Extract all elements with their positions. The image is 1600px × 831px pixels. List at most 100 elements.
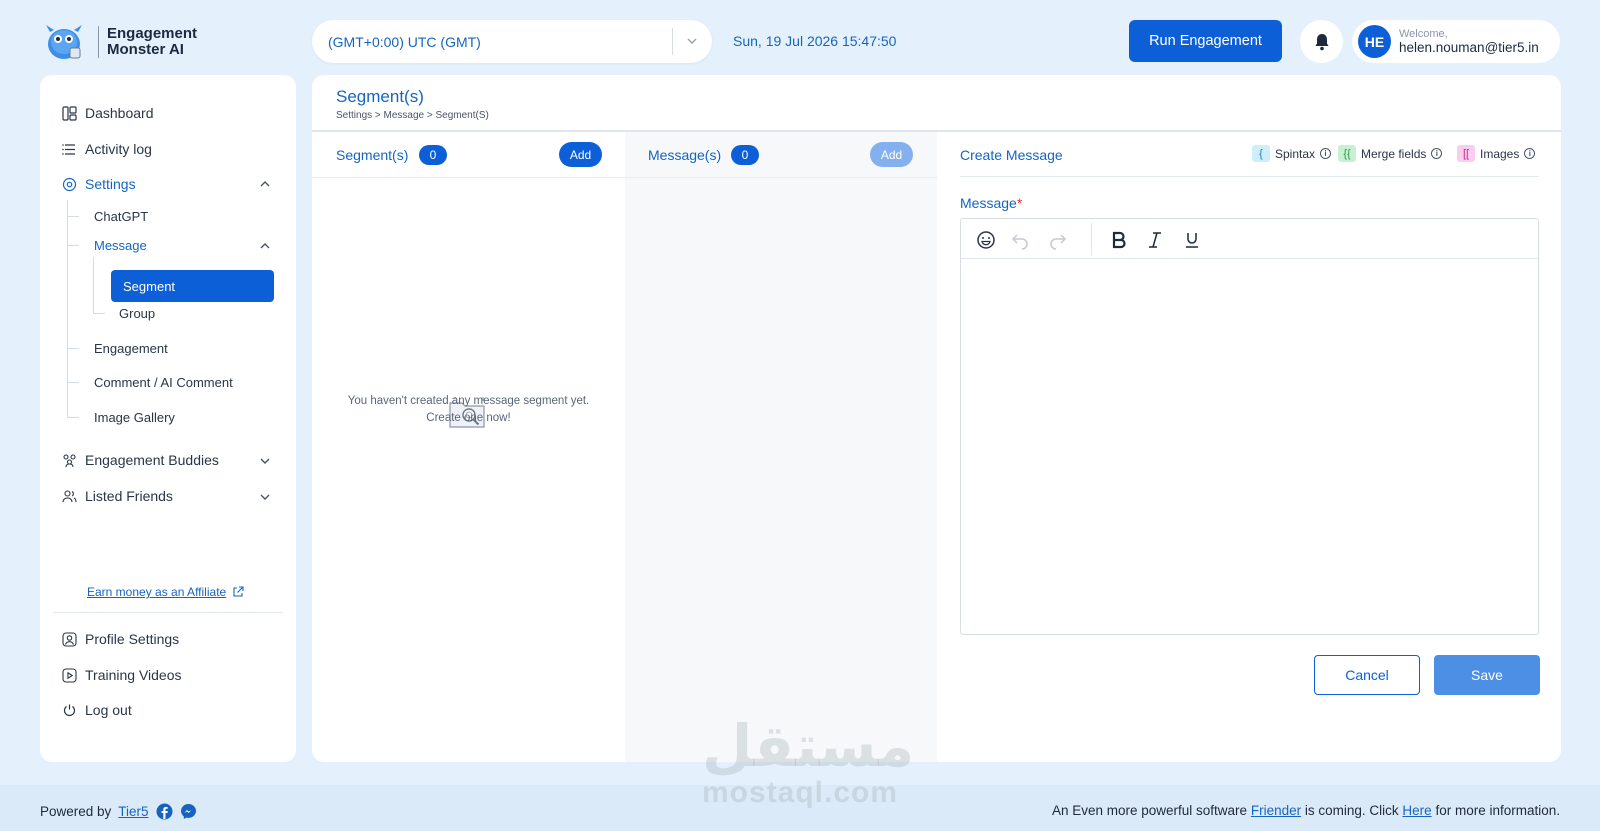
sidebar-item-dashboard[interactable]: Dashboard [62, 105, 154, 121]
toolbar-divider [1091, 223, 1092, 255]
redo-button[interactable] [1047, 229, 1069, 251]
welcome-text: Welcome, [1399, 28, 1448, 40]
chevron-up-icon[interactable] [258, 239, 272, 253]
sidebar-item-label: Log out [85, 702, 132, 718]
bell-icon [1315, 33, 1328, 50]
sidebar-item-label: Dashboard [85, 105, 154, 121]
users-icon [62, 489, 77, 502]
italic-icon [1149, 232, 1161, 248]
images-symbol: [[ [1457, 145, 1475, 162]
users-group-icon [63, 453, 76, 467]
sidebar-item-label: Engagement Buddies [85, 452, 219, 468]
add-message-button[interactable]: Add [870, 142, 913, 167]
spintax-chip[interactable]: { Spintax i [1252, 145, 1332, 162]
message-label-text: Message [960, 195, 1017, 211]
tree-line [67, 245, 79, 246]
tree-line [67, 216, 79, 217]
run-engagement-button[interactable]: Run Engagement [1129, 20, 1282, 62]
message-editor[interactable] [960, 218, 1539, 635]
chevron-down-icon[interactable] [258, 454, 272, 468]
segments-count-badge: 0 [419, 145, 447, 165]
affiliate-label: Earn money as an Affiliate [87, 585, 227, 599]
footer-note: An Even more powerful software Friender … [1052, 803, 1560, 818]
add-segment-button[interactable]: Add [559, 142, 602, 167]
tree-line [67, 200, 68, 418]
merge-fields-label: Merge fields [1361, 146, 1427, 161]
user-email: helen.nouman@tier5.in [1399, 40, 1539, 55]
sidebar-item-activity-log[interactable]: Activity log [62, 141, 152, 157]
tree-line [67, 348, 79, 349]
breadcrumb: Settings > Message > Segment(S) [336, 110, 489, 121]
current-datetime: Sun, 19 Jul 2026 15:47:50 [733, 33, 897, 49]
sidebar-item-listed-friends[interactable]: Listed Friends [62, 488, 173, 504]
powered-by: Powered by Tier5 [40, 803, 197, 820]
empty-state-message: You haven't created any message segment … [312, 393, 625, 427]
app-name-line2: Monster AI [107, 41, 184, 58]
italic-button[interactable] [1144, 229, 1166, 251]
watermark-latin: mostaql.com [702, 776, 899, 809]
sidebar-item-image-gallery[interactable]: Image Gallery [94, 410, 175, 425]
sidebar-item-engagement[interactable]: Engagement [94, 341, 168, 356]
watermark-arabic: مستقل [702, 712, 915, 780]
sidebar-item-group[interactable]: Group [119, 306, 155, 321]
bold-button[interactable] [1108, 229, 1130, 251]
friender-link[interactable]: Friender [1251, 803, 1301, 818]
footer-note-text: is coming. Click [1304, 803, 1399, 818]
app-logo[interactable]: Engagement Monster AI [40, 22, 197, 62]
redo-icon [1050, 234, 1067, 250]
facebook-icon[interactable] [156, 803, 173, 820]
app-name-line1: Engagement [107, 25, 198, 42]
create-divider [960, 176, 1539, 177]
affiliate-link[interactable]: Earn money as an Affiliate [87, 585, 244, 599]
undo-button[interactable] [1009, 229, 1031, 251]
emoji-icon [977, 231, 995, 249]
tier5-link[interactable]: Tier5 [118, 804, 148, 819]
save-button[interactable]: Save [1434, 655, 1540, 695]
messages-count-badge: 0 [731, 145, 759, 165]
empty-state-line2: Create one now! [426, 412, 511, 424]
sidebar-item-chatgpt[interactable]: ChatGPT [94, 209, 148, 224]
tree-line [93, 313, 105, 314]
power-icon [63, 704, 76, 716]
info-icon: i [1524, 148, 1536, 159]
sidebar-item-log-out[interactable]: Log out [62, 702, 132, 718]
chevron-up-icon[interactable] [258, 177, 272, 191]
tree-line [67, 382, 79, 383]
messages-title: Message(s) [648, 147, 722, 163]
images-chip[interactable]: [[ Images i [1457, 145, 1536, 162]
cancel-button[interactable]: Cancel [1314, 655, 1420, 695]
sidebar-item-engagement-buddies[interactable]: Engagement Buddies [62, 452, 219, 468]
messages-column [625, 132, 937, 762]
sidebar-item-profile-settings[interactable]: Profile Settings [62, 631, 179, 647]
list-icon [62, 143, 75, 155]
underline-icon [1186, 233, 1198, 248]
sidebar-item-comment[interactable]: Comment / AI Comment [94, 375, 233, 390]
sidebar-item-label: Activity log [85, 141, 152, 157]
merge-fields-chip[interactable]: {{ Merge fields i [1338, 145, 1443, 162]
powered-by-label: Powered by [40, 804, 112, 819]
chevron-down-icon[interactable] [258, 490, 272, 504]
page-title: Segment(s) [336, 87, 424, 106]
sidebar-item-settings[interactable]: Settings [62, 176, 136, 192]
editor-toolbar [961, 219, 1538, 259]
notifications-button[interactable] [1300, 20, 1343, 63]
video-icon [62, 667, 77, 683]
underline-button[interactable] [1181, 229, 1203, 251]
spintax-symbol: { [1252, 145, 1270, 162]
message-label: Message* [960, 195, 1022, 211]
user-menu[interactable]: HE Welcome, helen.nouman@tier5.in [1352, 20, 1560, 63]
emoji-button[interactable] [975, 229, 997, 251]
select-divider [672, 28, 673, 55]
spintax-label: Spintax [1275, 146, 1316, 161]
sidebar-item-label: Settings [85, 176, 136, 192]
main-panel: Segment(s) Settings > Message > Segment(… [312, 75, 1561, 762]
here-link[interactable]: Here [1402, 803, 1431, 818]
sidebar-item-label: Listed Friends [85, 488, 173, 504]
messenger-icon[interactable] [180, 803, 197, 820]
sidebar-item-message[interactable]: Message [94, 238, 147, 253]
segments-title: Segment(s) [336, 147, 409, 163]
sidebar-item-segment[interactable]: Segment [111, 270, 274, 302]
sidebar-item-label: Profile Settings [85, 631, 180, 647]
timezone-select[interactable]: (GMT+0:00) UTC (GMT) [312, 20, 712, 63]
sidebar-item-training-videos[interactable]: Training Videos [62, 667, 182, 683]
